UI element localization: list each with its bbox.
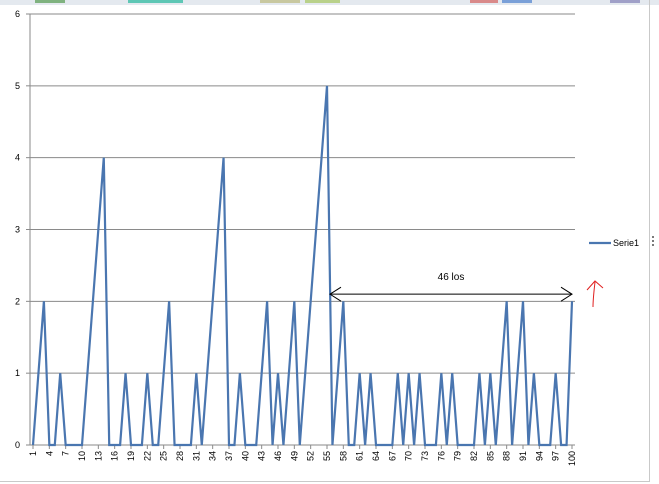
x-tick-label-1: 1 [28, 451, 38, 456]
x-tick-label-97: 97 [551, 451, 561, 461]
legend-label-Serie1: Serie1 [613, 238, 639, 248]
x-tick-label-82: 82 [469, 451, 479, 461]
x-tick-label-4: 4 [44, 451, 54, 456]
x-tick-label-73: 73 [420, 451, 430, 461]
annotation-label: 46 los [438, 272, 465, 283]
x-tick-label-88: 88 [502, 451, 512, 461]
y-tick-label-1: 1 [15, 368, 20, 378]
x-tick-label-34: 34 [208, 451, 218, 461]
x-tick-label-28: 28 [175, 451, 185, 461]
line-chart: 0123456 1 4 7 10 13 16 19 22 25 28 31 34 37 40 43 46 49 5… [15, 9, 639, 466]
x-tick-label-43: 43 [257, 451, 267, 461]
x-tick-label-76: 76 [436, 451, 446, 461]
y-tick-labels: 0 1 2 3 4 5 6 [15, 9, 20, 450]
x-tick-label-70: 70 [404, 451, 414, 461]
x-tick-label-37: 37 [224, 451, 234, 461]
series-line-Serie1 [31, 85, 574, 447]
x-tick-label-13: 13 [93, 451, 103, 461]
red-arrow-shaft [592, 281, 596, 308]
x-tick-label-67: 67 [387, 451, 397, 461]
x-tick-label-58: 58 [338, 451, 348, 461]
y-tick-label-0: 0 [15, 440, 20, 450]
x-tick-label-25: 25 [159, 451, 169, 461]
y-tick-label-2: 2 [15, 296, 20, 306]
series-lines [31, 85, 574, 447]
x-tick-label-31: 31 [191, 451, 201, 461]
y-tick-label-3: 3 [15, 225, 20, 235]
x-tick-labels: 1 4 7 10 13 16 19 22 25 28 31 34 37 40 43 46 49 52 55 58 61 6… [28, 445, 577, 466]
x-tick-label-91: 91 [518, 451, 528, 461]
y-tick-label-6: 6 [15, 9, 20, 19]
legend: Serie1 [589, 238, 639, 248]
x-tick-label-10: 10 [77, 451, 87, 461]
y-tick-label-5: 5 [15, 81, 20, 91]
x-tick-label-55: 55 [322, 451, 332, 461]
x-tick-label-52: 52 [306, 451, 316, 461]
y-tick-label-4: 4 [15, 153, 20, 163]
x-tick-label-85: 85 [485, 451, 495, 461]
x-tick-label-79: 79 [453, 451, 463, 461]
x-tick-label-61: 61 [355, 451, 365, 461]
x-tick-label-22: 22 [142, 451, 152, 461]
x-tick-label-19: 19 [126, 451, 136, 461]
x-tick-label-94: 94 [534, 451, 544, 461]
x-tick-label-40: 40 [240, 451, 250, 461]
x-tick-label-49: 49 [289, 451, 299, 461]
x-tick-label-7: 7 [61, 451, 71, 456]
x-tick-label-64: 64 [371, 451, 381, 461]
x-tick-label-16: 16 [110, 451, 120, 461]
x-tick-label-46: 46 [273, 451, 283, 461]
x-tick-label-100: 100 [567, 451, 577, 466]
